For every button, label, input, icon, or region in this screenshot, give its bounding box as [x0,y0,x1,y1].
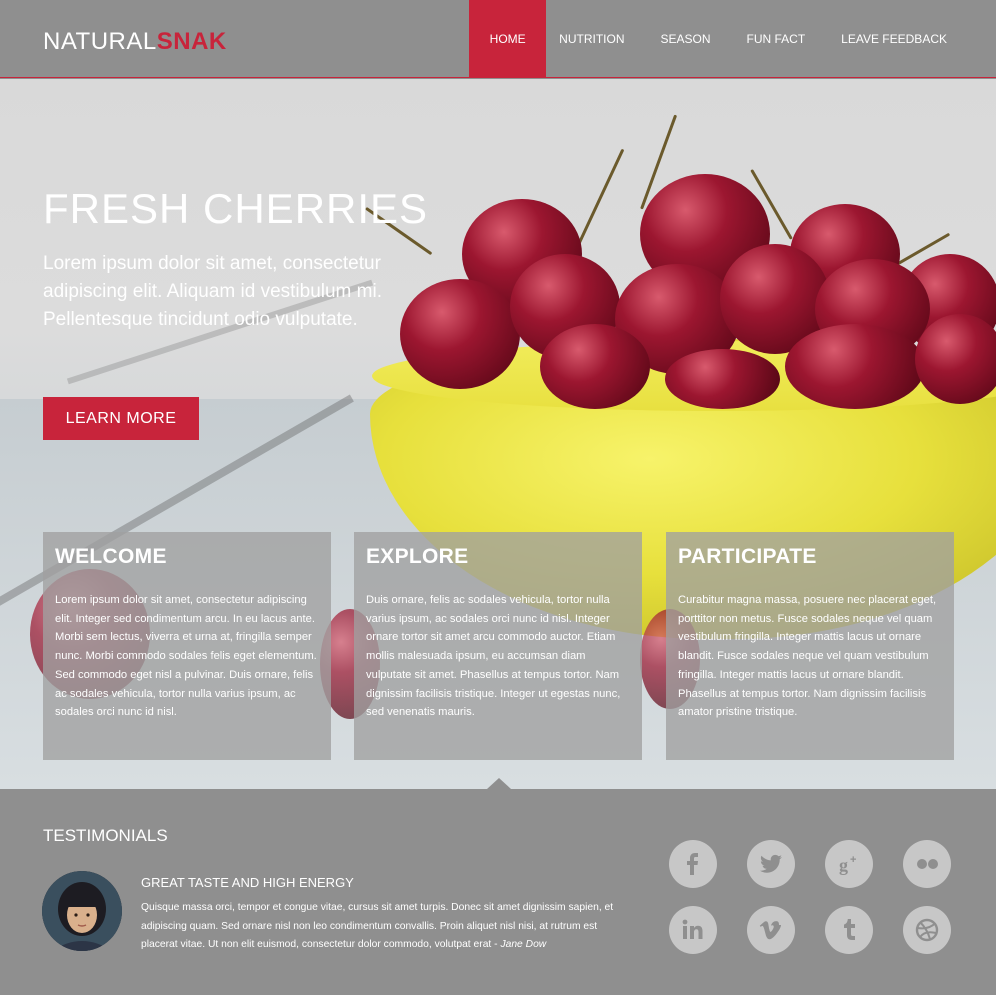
nav-item-home[interactable]: HOME [469,0,547,78]
google-plus-icon[interactable]: g + [825,840,873,888]
logo-part-natural: NATURAL [43,28,157,55]
card-text: Curabitur magna massa, posuere nec place… [678,594,937,719]
cherry [785,324,925,409]
cherry-stem [575,148,625,250]
facebook-icon[interactable] [669,840,717,888]
linkedin-icon[interactable] [669,906,717,954]
nav-item-nutrition[interactable]: NUTRITION [546,0,642,78]
vimeo-icon[interactable] [747,906,795,954]
testimonial-body: Quisque massa orci, tempor et congue vit… [141,899,633,955]
nav-item-season[interactable]: SEASON [642,0,728,78]
cherry [665,349,780,409]
flickr-icon[interactable] [903,840,951,888]
section-pointer [487,778,511,789]
nav-item-fun-fact[interactable]: FUN FACT [729,0,824,78]
logo-part-snak: SNAK [156,28,227,55]
hero-section: FRESH CHERRIES Lorem ipsum dolor sit ame… [0,79,996,789]
learn-more-button[interactable]: LEARN MORE [43,397,199,440]
card-title: EXPLORE [366,545,469,568]
card-text: Lorem ipsum dolor sit amet, consectetur … [55,594,317,719]
card-welcome: WELCOME Lorem ipsum dolor sit amet, cons… [43,532,331,760]
logo[interactable]: NATURALSNAK [43,28,227,56]
hero-title: FRESH CHERRIES [43,185,429,232]
main-nav: HOME NUTRITION SEASON FUN FACT LEAVE FEE… [469,0,996,78]
cherry [915,314,996,404]
dribbble-icon[interactable] [903,906,951,954]
svg-text:g: g [839,855,848,875]
card-title: WELCOME [55,545,167,568]
avatar [42,871,122,951]
site-header: NATURALSNAK HOME NUTRITION SEASON FUN FA… [0,0,996,78]
card-participate: PARTICIPATE Curabitur magna massa, posue… [666,532,954,760]
card-explore: EXPLORE Duis ornare, felis ac sodales ve… [354,532,642,760]
testimonials-heading: TESTIMONIALS [43,826,168,845]
hero-text: Lorem ipsum dolor sit amet, consectetur … [43,253,382,330]
nav-item-leave-feedback[interactable]: LEAVE FEEDBACK [823,0,996,78]
card-title: PARTICIPATE [678,545,817,568]
card-text: Duis ornare, felis ac sodales vehicula, … [366,594,621,719]
testimonial-title: GREAT TASTE AND HIGH ENERGY [141,875,354,890]
twitter-icon[interactable] [747,840,795,888]
tumblr-icon[interactable] [825,906,873,954]
cherry [540,324,650,409]
svg-text:+: + [850,854,856,866]
avatar-portrait [42,871,122,951]
testimonial-author: Jane Dow [500,939,547,950]
